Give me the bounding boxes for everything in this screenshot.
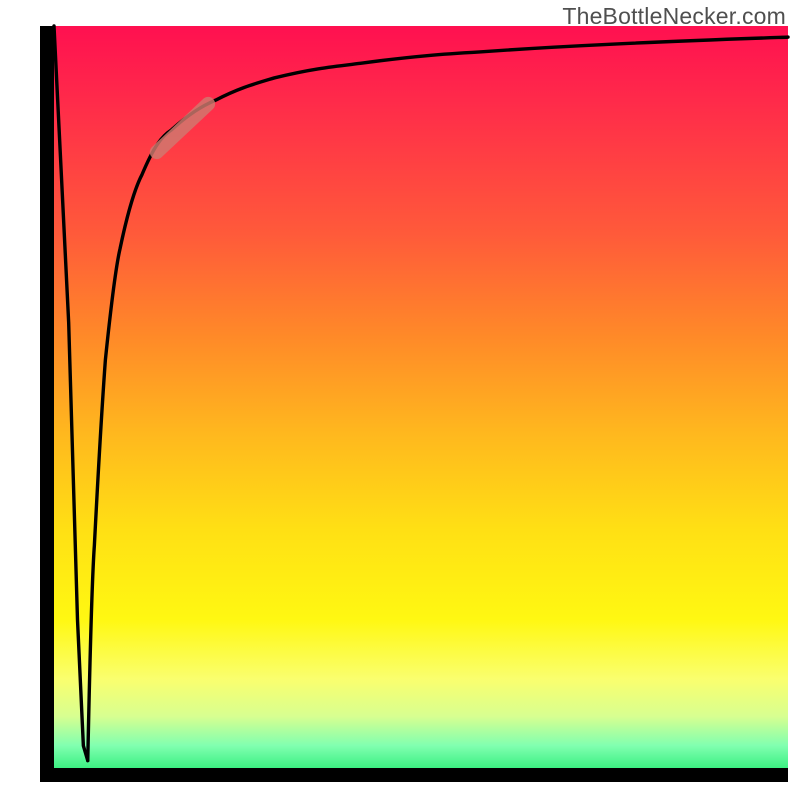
main-curve — [88, 37, 788, 760]
chart-container: TheBottleNecker.com — [0, 0, 800, 800]
spike-line — [54, 26, 88, 761]
y-axis — [40, 26, 54, 782]
x-axis — [40, 768, 788, 782]
curve-marker — [157, 104, 208, 152]
curve-layer — [54, 26, 788, 768]
attribution-label: TheBottleNecker.com — [562, 3, 786, 30]
